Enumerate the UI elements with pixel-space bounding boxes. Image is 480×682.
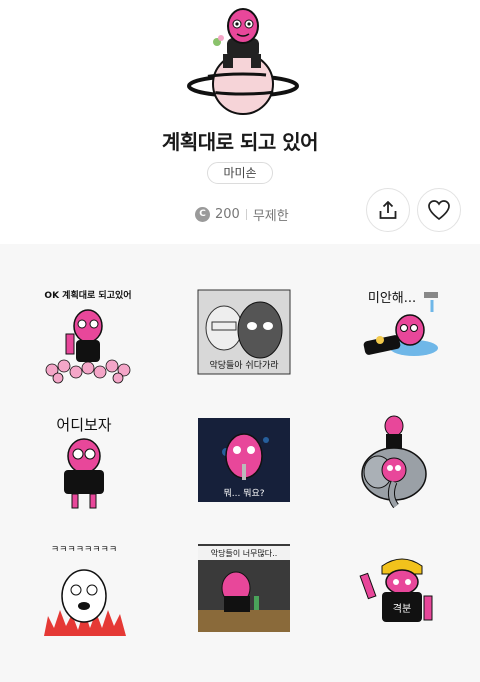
like-button[interactable] — [417, 188, 461, 232]
share-button[interactable] — [366, 188, 410, 232]
sticker-item[interactable]: 격분 — [352, 540, 452, 640]
share-icon — [379, 201, 397, 219]
sticker-caption: 뭐... 뭐요? — [223, 487, 264, 499]
sticker-caption: 어디보자 — [56, 416, 111, 434]
divider — [245, 208, 247, 220]
validity-label: 무제한 — [252, 208, 289, 224]
sticker-caption: 미안해... — [368, 291, 416, 306]
sticker-item[interactable]: OK 계획대로 되고있어 — [38, 286, 138, 386]
sticker-caption: 악당들이 너무많다.. — [211, 548, 278, 558]
coin-icon: C — [195, 206, 210, 222]
sticker-item[interactable]: 어디보자 — [38, 412, 138, 512]
hero-character-on-planet — [187, 8, 299, 115]
product-header: 계획대로 되고 있어 마미손 C 200 무제한 — [0, 0, 480, 244]
sticker-caption: 악당들아 쉬다가라 — [209, 359, 279, 371]
sticker-caption: OK 계획대로 되고있어 — [44, 289, 131, 301]
sticker-item[interactable] — [352, 412, 452, 512]
sticker-caption: 격분 — [393, 602, 411, 615]
sticker-item[interactable]: 미안해... — [352, 286, 452, 386]
product-title: 계획대로 되고 있어 — [161, 130, 319, 154]
sticker-grid: OK 계획대로 되고있어 악당들아 쉬다가라 미안해... 어디보자 뭐... … — [0, 244, 480, 682]
heart-icon — [428, 200, 450, 221]
sticker-caption: ㅋㅋㅋㅋㅋㅋㅋㅋ — [51, 545, 117, 555]
price-row: C 200 무제한 — [195, 205, 289, 224]
sticker-item[interactable]: 악당들이 너무많다.. — [196, 540, 296, 640]
price-value: 200 — [215, 206, 240, 222]
sticker-item[interactable]: ㅋㅋㅋㅋㅋㅋㅋㅋ — [38, 540, 138, 640]
author-button[interactable]: 마미손 — [207, 162, 273, 184]
sticker-item[interactable]: 뭐... 뭐요? — [196, 412, 296, 512]
sticker-item[interactable]: 악당들아 쉬다가라 — [196, 286, 296, 386]
